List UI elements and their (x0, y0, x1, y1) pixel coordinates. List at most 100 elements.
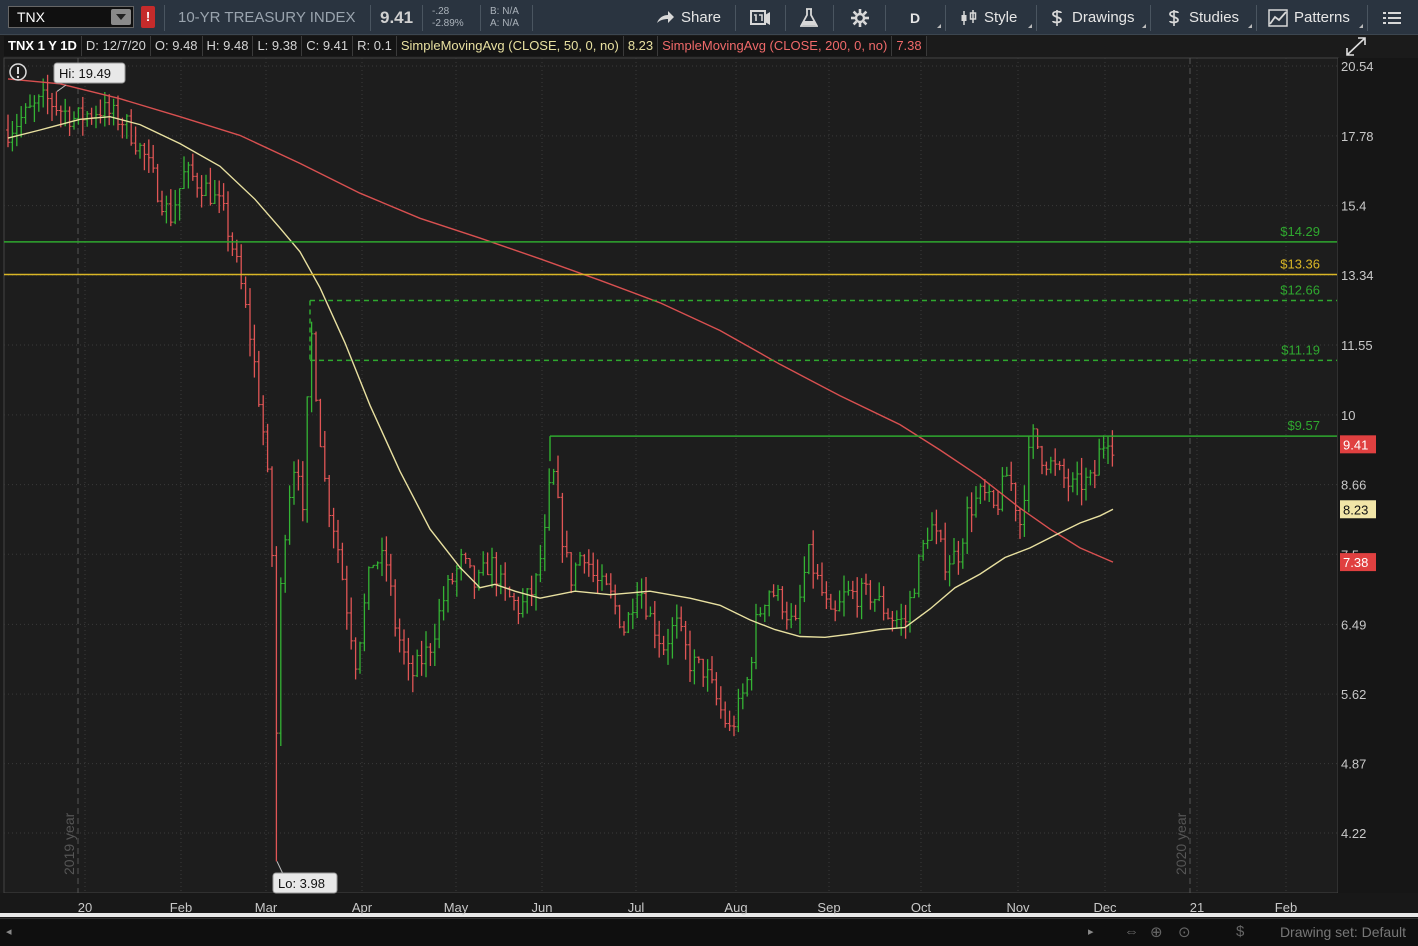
price-chart[interactable]: 20.5417.7815.413.3411.55108.667.56.495.6… (0, 0, 1418, 918)
lo-label: Lo: 3.98 (272, 872, 338, 894)
toolbar-divider (1150, 5, 1151, 31)
chevron-down-icon[interactable] (111, 9, 131, 25)
time-tick-label: Mar (255, 900, 278, 915)
dropdown-caret-icon (1244, 24, 1252, 28)
price-level-label: $11.19 (1281, 342, 1320, 357)
time-tick-label: Aug (724, 900, 747, 915)
bar-low: L: 9.38 (253, 36, 303, 56)
style-button[interactable]: Style (960, 0, 1017, 35)
studies-label: Studies (1189, 9, 1240, 26)
lo-label-text: Lo: 3.98 (278, 876, 325, 891)
price-tick-label: 8.66 (1341, 478, 1366, 493)
chart-info-bar: TNX 1 Y 1D D: 12/7/20 O: 9.48 H: 9.48 L:… (4, 36, 927, 56)
last-price-badge: 9.41 (1340, 435, 1376, 454)
price-tick-label: 10 (1341, 408, 1355, 423)
time-tick-label: Feb (170, 900, 192, 915)
patterns-icon (1268, 8, 1288, 27)
sma200-badge: 7.38 (1340, 553, 1376, 572)
studies-icon (1169, 9, 1179, 26)
time-tick-label: Jun (532, 900, 553, 915)
chart-toolbar: TNX ! 10-YR TREASURY INDEX 9.41 -.28 -2.… (0, 0, 1418, 35)
info-icon-dot (16, 75, 20, 79)
bar-range: R: 0.1 (353, 36, 397, 56)
toolbar-divider (1367, 5, 1368, 31)
price-tick-label: 4.22 (1341, 826, 1366, 841)
chart-settings-button[interactable] (750, 0, 772, 35)
price-tick-label: 11.55 (1341, 338, 1373, 353)
dropdown-caret-icon (1024, 24, 1032, 28)
toolbar-divider (833, 5, 834, 31)
share-button[interactable]: Share (655, 0, 721, 35)
toolbar-divider (422, 5, 423, 31)
studies-lab-button[interactable] (800, 0, 818, 35)
scroll-right-icon[interactable]: ▸ (1088, 925, 1094, 938)
toolbar-divider (1036, 5, 1037, 31)
toolbar-divider (164, 5, 165, 31)
aggregation-button[interactable]: D (910, 0, 920, 35)
price-level-label: $14.29 (1280, 224, 1320, 239)
drawings-button[interactable]: Drawings (1048, 0, 1135, 35)
style-label: Style (984, 9, 1018, 26)
toolbar-divider (785, 5, 786, 31)
candlestick-icon (961, 9, 977, 25)
price-tick-label: 6.49 (1341, 617, 1366, 632)
time-tick-label: Dec (1093, 900, 1117, 915)
flask-icon (800, 7, 818, 27)
sma50-badge-text: 8.23 (1343, 502, 1368, 517)
price-tick-label: 5.62 (1341, 687, 1366, 702)
time-tick-label: Oct (911, 900, 932, 915)
time-tick-label: Sep (817, 900, 840, 915)
sma50-label[interactable]: SimpleMovingAvg (CLOSE, 50, 0, no) (396, 36, 624, 56)
alert-icon[interactable]: ! (141, 6, 155, 28)
bar-date: D: 12/7/20 (81, 36, 151, 56)
ask-value: A: N/A (490, 18, 519, 29)
sma200-value: 7.38 (892, 36, 927, 56)
price-level-label: $12.66 (1280, 283, 1320, 298)
dropdown-caret-icon (1138, 24, 1146, 28)
price-tick-label: 4.87 (1341, 757, 1366, 772)
drawing-set-icon[interactable]: $ (1236, 923, 1244, 940)
menu-button[interactable] (1383, 0, 1401, 35)
bid-value: B: N/A (490, 6, 519, 17)
time-tick-label: Jul (628, 900, 645, 915)
net-change: -.28 (432, 6, 450, 17)
time-tick-label: May (444, 900, 469, 915)
studies-button[interactable]: Studies (1165, 0, 1239, 35)
symbol-period[interactable]: TNX 1 Y 1D (4, 36, 82, 56)
year-label: 2019 year (61, 812, 77, 875)
patterns-label: Patterns (1294, 9, 1350, 26)
chart-footer: ◂ ▸ ⇔ ⊕ ⊙ $ Drawing set: Default (0, 918, 1418, 946)
settings-button[interactable] (850, 0, 870, 35)
patterns-button[interactable]: Patterns (1268, 0, 1350, 35)
zoom-reset-icon[interactable]: ⊙ (1178, 923, 1191, 941)
drawing-tools-icon (1052, 9, 1062, 26)
hi-label-text: Hi: 19.49 (59, 66, 111, 81)
dropdown-caret-icon (933, 24, 941, 28)
last-price: 9.41 (380, 7, 414, 27)
time-tick-label: 20 (78, 900, 92, 915)
toolbar-divider (532, 5, 533, 31)
scroll-left-icon[interactable]: ◂ (6, 925, 12, 938)
quote-window-icon (750, 9, 770, 25)
drawing-set-label[interactable]: Drawing set: Default (1280, 924, 1406, 940)
year-label: 2020 year (1173, 812, 1189, 875)
price-tick-label: 13.34 (1341, 268, 1374, 283)
price-tick-label: 15.4 (1341, 199, 1366, 214)
symbol-selector[interactable]: TNX (8, 6, 134, 28)
sma200-label[interactable]: SimpleMovingAvg (CLOSE, 200, 0, no) (658, 36, 893, 56)
toolbar-divider (735, 5, 736, 31)
bar-open: O: 9.48 (150, 36, 203, 56)
toolbar-divider (480, 5, 481, 31)
gear-icon (851, 8, 869, 27)
share-icon (657, 10, 674, 23)
zoom-in-icon[interactable]: ⊕ (1150, 923, 1163, 941)
net-change-percent: -2.89% (432, 18, 464, 29)
last-price-badge-text: 9.41 (1343, 437, 1368, 452)
toolbar-divider (885, 5, 886, 31)
drawings-label: Drawings (1072, 9, 1135, 26)
bar-high: H: 9.48 (202, 36, 254, 56)
sma50-badge: 8.23 (1340, 500, 1376, 519)
time-tick-label: Nov (1006, 900, 1030, 915)
symbol-input[interactable]: TNX (17, 9, 45, 25)
pan-icon[interactable]: ⇔ (1124, 923, 1139, 940)
